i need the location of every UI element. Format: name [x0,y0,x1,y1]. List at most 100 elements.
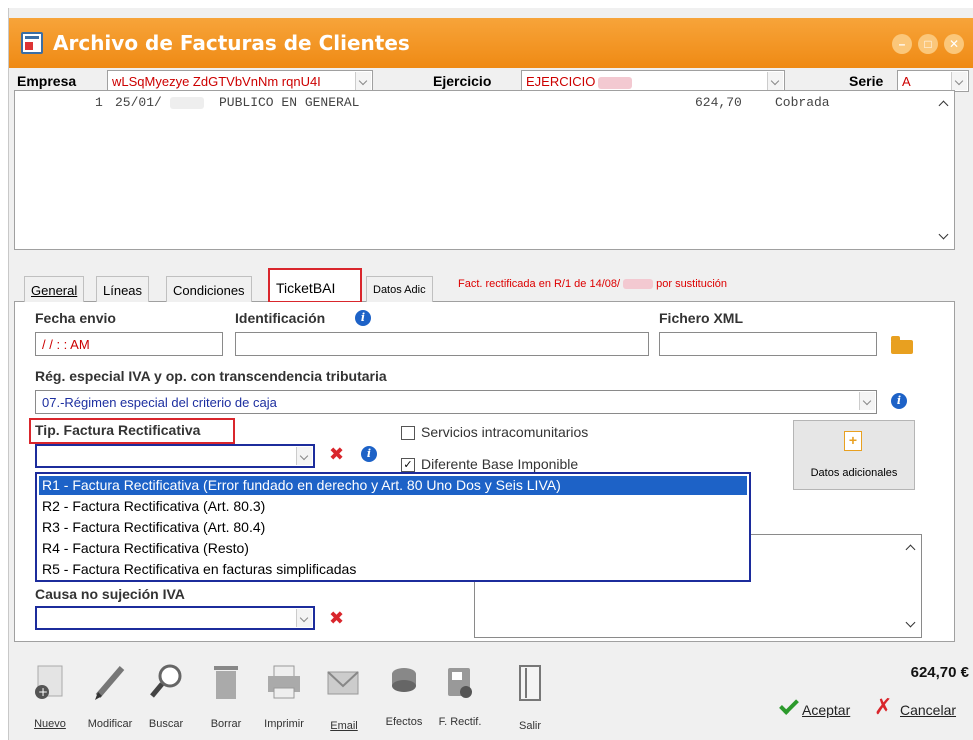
invoice-amount: 624,70 [695,95,742,110]
ejercicio-select[interactable]: EJERCICIO [521,70,785,92]
tab-general[interactable]: General [24,276,85,302]
fecha-envio-field[interactable]: / / : : AM [35,332,223,356]
tool-label: Modificar [87,718,133,730]
tab-label: Condiciones [173,283,245,298]
maximize-icon[interactable]: □ [918,34,938,54]
tool-label: Salir [518,720,541,732]
info-icon[interactable]: i [355,310,371,326]
servicios-checkbox[interactable] [401,426,415,440]
folder-icon[interactable] [891,336,913,354]
reg-especial-value: 07.-Régimen especial del criterio de caj… [42,395,277,410]
identificacion-field[interactable] [235,332,649,356]
salir-button[interactable]: Salir [500,656,560,738]
tab-datos-adic[interactable]: Datos Adic [366,276,433,302]
tip-factura-dropdown[interactable]: R1 - Factura Rectificativa (Error fundad… [35,472,751,582]
chevron-down-icon[interactable] [859,392,875,410]
chevron-down-icon[interactable] [296,447,312,465]
scroll-up-icon[interactable] [938,99,948,109]
cancel-button[interactable]: ✗ Cancelar [872,694,970,724]
ejercicio-label: Ejercicio [433,73,492,89]
efectos-button[interactable]: Efectos [374,656,434,738]
fichero-xml-field[interactable] [659,332,877,356]
serie-select[interactable]: A [897,70,969,92]
clear-icon[interactable]: ✖ [329,608,344,629]
reg-especial-label: Rég. especial IVA y op. con transcendenc… [35,368,387,384]
chevron-down-icon[interactable] [767,72,783,90]
servicios-label: Servicios intracomunitarios [421,424,589,440]
accept-label: Aceptar [802,702,851,718]
tool-label: Buscar [148,718,184,730]
invoice-list[interactable]: 1 25/01/ PUBLICO EN GENERAL 624,70 Cobra… [14,90,955,250]
dropdown-option[interactable]: R3 - Factura Rectificativa (Art. 80.4) [39,518,747,537]
chevron-down-icon[interactable] [355,72,371,90]
invoice-client: PUBLICO EN GENERAL [219,95,360,110]
invoice-number: 1 [95,95,103,110]
tool-label: Imprimir [264,718,304,730]
accept-button[interactable]: Aceptar [776,695,860,724]
serie-value: A [902,74,911,89]
tab-condiciones[interactable]: Condiciones [166,276,252,302]
chevron-down-icon[interactable] [951,72,967,90]
buscar-button[interactable]: Buscar [136,656,196,738]
clear-icon[interactable]: ✖ [329,444,344,465]
f-rectif-button[interactable]: F. Rectif. [430,656,490,738]
email-icon [327,671,359,695]
list-item[interactable]: 1 25/01/ PUBLICO EN GENERAL 624,70 Cobra… [15,95,935,113]
email-button[interactable]: Email [314,656,374,738]
scroll-down-icon[interactable] [905,619,915,629]
add-document-icon: + [844,431,862,451]
tool-label: Borrar [210,718,242,730]
tab-lineas[interactable]: Líneas [96,276,150,302]
trash-icon [214,666,238,699]
tip-factura-select[interactable] [35,444,315,468]
ejercicio-value: EJERCICIO [526,74,596,89]
imprimir-button[interactable]: Imprimir [254,656,314,738]
tool-label: Email [330,720,358,732]
dropdown-option[interactable]: R1 - Factura Rectificativa (Error fundad… [39,476,747,495]
note-prefix: Fact. rectificada en R/1 de 14/08/ [458,278,621,290]
pencil-icon [95,666,125,700]
check-icon [779,695,799,715]
title-bar[interactable]: Archivo de Facturas de Clientes – □ ✕ [9,18,973,68]
coins-icon [392,668,416,692]
scroll-down-icon[interactable] [938,231,948,241]
tool-label: Nuevo [34,718,66,730]
datos-adicionales-button[interactable]: + Datos adicionales [793,420,915,490]
diferente-checkbox[interactable]: ✓ [401,458,415,472]
nuevo-button[interactable]: + Nuevo [20,656,80,738]
causa-select[interactable] [35,606,315,630]
new-doc-icon: + [35,665,63,699]
causa-label: Causa no sujeción IVA [35,586,185,602]
info-icon[interactable]: i [361,446,377,462]
exit-door-icon [519,665,541,701]
tab-ticketbai[interactable]: TicketBAI [268,268,362,303]
cancel-label: Cancelar [900,702,957,718]
fichero-xml-label: Fichero XML [659,310,744,326]
chevron-down-icon[interactable] [296,609,312,627]
bottom-toolbar: + Nuevo Modificar Buscar Borrar Imprimir… [0,650,973,740]
dropdown-option[interactable]: R2 - Factura Rectificativa (Art. 80.3) [39,497,747,516]
dropdown-option[interactable]: R5 - Factura Rectificativa en facturas s… [39,560,747,579]
printer-icon [268,665,300,699]
svg-text:+: + [38,685,48,699]
close-icon[interactable]: ✕ [944,34,964,54]
diferente-label: Diferente Base Imponible [421,456,579,472]
dropdown-option[interactable]: R4 - Factura Rectificativa (Resto) [39,539,747,558]
tab-label: TicketBAI [276,280,336,296]
empresa-label: Empresa [17,73,77,89]
app-icon [21,32,43,54]
scroll-up-icon[interactable] [905,543,915,553]
serie-label: Serie [849,73,884,89]
borrar-button[interactable]: Borrar [196,656,256,738]
tool-label: Efectos [385,716,423,728]
window-title: Archivo de Facturas de Clientes [53,31,410,55]
reg-especial-select[interactable]: 07.-Régimen especial del criterio de caj… [35,390,877,414]
redacted-year [170,97,204,109]
tool-label: F. Rectif. [438,716,482,728]
minimize-icon[interactable]: – [892,34,912,54]
info-icon[interactable]: i [891,393,907,409]
rectify-doc-icon [448,668,472,698]
fecha-envio-label: Fecha envio [35,310,116,326]
empresa-select[interactable]: wLSqMyezye ZdGTVbVnNm rqnU4I [107,70,373,92]
modificar-button[interactable]: Modificar [80,656,140,738]
